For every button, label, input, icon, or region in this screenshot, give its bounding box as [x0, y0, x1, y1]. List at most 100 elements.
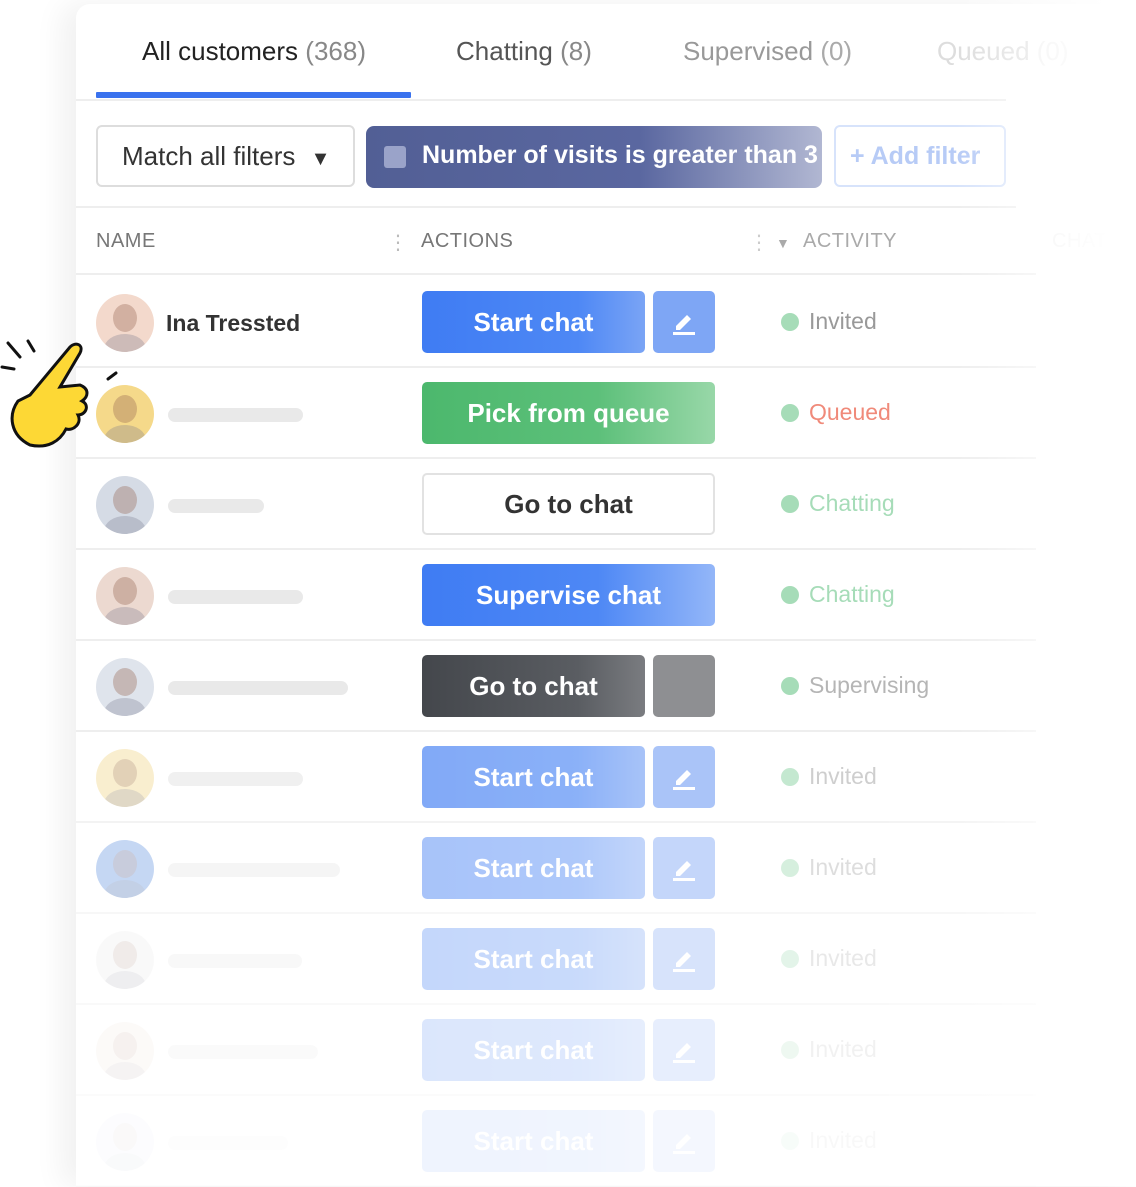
status-indicator: Supervising: [781, 672, 929, 699]
status-label: Invited: [809, 308, 877, 334]
status-indicator: Invited: [781, 763, 877, 790]
status-indicator: Invited: [781, 308, 877, 335]
match-label: Match all filters: [122, 141, 296, 171]
tab-count: (0): [1036, 36, 1069, 66]
status-indicator: Invited: [781, 854, 877, 881]
table-row[interactable]: Start chat Invited: [76, 823, 1076, 914]
name-placeholder: [168, 681, 348, 695]
action-button[interactable]: Start chat: [422, 1019, 645, 1081]
status-indicator: Invited: [781, 945, 877, 972]
action-button[interactable]: Go to chat: [422, 655, 645, 717]
sort-caret-icon[interactable]: ▼: [776, 235, 790, 251]
active-filter-chip[interactable]: Number of visits is greater than 3: [366, 126, 822, 188]
pencil-icon: [673, 952, 695, 972]
status-label: Invited: [809, 854, 877, 880]
match-filters-dropdown[interactable]: Match all filters ▼: [96, 125, 355, 187]
column-header-name[interactable]: NAME: [96, 230, 156, 253]
name-placeholder: [168, 590, 303, 604]
divider: [76, 206, 1016, 208]
tab-supervised[interactable]: Supervised (0): [683, 36, 852, 67]
status-dot-icon: [781, 313, 799, 331]
status-label: Chatting: [809, 490, 895, 516]
avatar: [96, 658, 154, 716]
table-row[interactable]: Supervise chat Chatting: [76, 550, 1076, 641]
status-dot-icon: [781, 1132, 799, 1150]
action-button[interactable]: Go to chat: [422, 473, 715, 535]
name-placeholder: [168, 1136, 288, 1150]
tab-label: All customers: [142, 36, 299, 66]
column-resize-handle[interactable]: ⋮: [749, 230, 770, 255]
bar-chart-icon: [384, 146, 406, 168]
action-button[interactable]: Start chat: [422, 746, 645, 808]
pointing-hand-icon: [0, 339, 118, 448]
table-row[interactable]: Go to chat Chatting: [76, 459, 1076, 550]
status-label: Invited: [809, 1036, 877, 1062]
divider: [76, 99, 1006, 101]
table-row[interactable]: Start chat Invited: [76, 732, 1076, 823]
table-row[interactable]: Pick from queue Queued: [76, 368, 1076, 459]
name-placeholder: [168, 408, 303, 422]
status-label: Invited: [809, 763, 877, 789]
tab-count: (0): [820, 36, 853, 66]
tab-count: (8): [560, 36, 592, 66]
name-placeholder: [168, 863, 340, 877]
action-button[interactable]: Start chat: [422, 291, 645, 353]
edit-button[interactable]: [653, 837, 715, 899]
name-placeholder: [168, 499, 264, 513]
edit-button[interactable]: [653, 291, 715, 353]
avatar: [96, 931, 154, 989]
action-button[interactable]: Supervise chat: [422, 564, 715, 626]
customer-name[interactable]: Ina Tressted: [166, 310, 300, 337]
caret-down-icon: ▼: [310, 148, 331, 170]
name-placeholder: [168, 1045, 318, 1059]
action-button[interactable]: Pick from queue: [422, 382, 715, 444]
pencil-icon: [673, 315, 695, 335]
status-dot-icon: [781, 404, 799, 422]
status-dot-icon: [781, 950, 799, 968]
table-row[interactable]: Start chat Invited: [76, 1005, 1076, 1096]
avatar: [96, 840, 154, 898]
name-placeholder: [168, 772, 303, 786]
column-header-actions[interactable]: ACTIONS: [421, 230, 513, 253]
avatar: [96, 749, 154, 807]
column-resize-handle[interactable]: ⋮: [388, 230, 409, 255]
status-dot-icon: [781, 495, 799, 513]
add-filter-button[interactable]: + Add filter: [834, 125, 1006, 187]
table-row[interactable]: Start chat Invited: [76, 1096, 1076, 1187]
edit-button[interactable]: [653, 746, 715, 808]
status-indicator: Queued: [781, 399, 891, 426]
edit-button[interactable]: [653, 928, 715, 990]
status-dot-icon: [781, 768, 799, 786]
action-button[interactable]: Start chat: [422, 1110, 645, 1172]
status-indicator: Invited: [781, 1036, 877, 1063]
avatar: [96, 1113, 154, 1171]
tab-all-customers[interactable]: All customers (368): [142, 36, 366, 67]
tab-label: Queued: [937, 36, 1030, 66]
edit-button[interactable]: [653, 1110, 715, 1172]
pencil-icon: [673, 1043, 695, 1063]
tab-queued[interactable]: Queued (0): [937, 36, 1069, 67]
status-label: Supervising: [809, 672, 930, 698]
status-label: Queued: [809, 399, 891, 425]
status-label: Invited: [809, 1127, 877, 1153]
table-row[interactable]: Ina Tressted Start chat Invited: [76, 277, 1076, 368]
status-dot-icon: [781, 859, 799, 877]
action-button[interactable]: Start chat: [422, 837, 645, 899]
status-indicator: Chatting: [781, 490, 895, 517]
edit-button[interactable]: [653, 1019, 715, 1081]
column-header-chat[interactable]: CHAT: [1052, 230, 1107, 253]
tab-chatting[interactable]: Chatting (8): [456, 36, 592, 67]
status-indicator: Invited: [781, 1127, 877, 1154]
column-header-activity[interactable]: ACTIVITY: [803, 230, 897, 253]
action-button[interactable]: Start chat: [422, 928, 645, 990]
pencil-icon: [673, 770, 695, 790]
divider: [76, 273, 1036, 275]
table-row[interactable]: Start chat Invited: [76, 914, 1076, 1005]
tab-label: Chatting: [456, 36, 553, 66]
filter-label: Number of visits is greater than 3: [422, 141, 818, 169]
status-dot-icon: [781, 677, 799, 695]
status-label: Chatting: [809, 581, 895, 607]
secondary-button[interactable]: [653, 655, 715, 717]
avatar: [96, 1022, 154, 1080]
table-row[interactable]: Go to chat Supervising: [76, 641, 1076, 732]
